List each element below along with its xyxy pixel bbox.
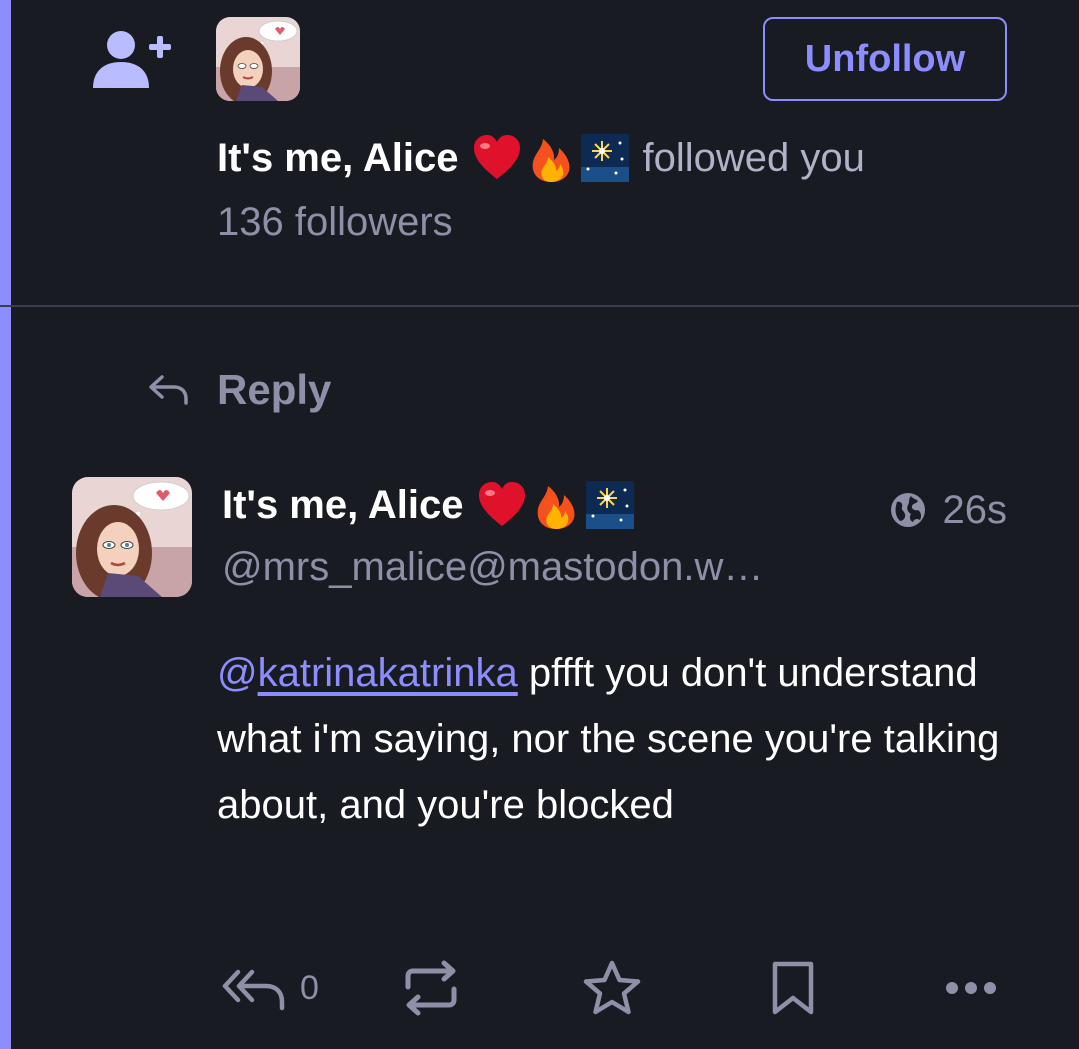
heart-emoji [477, 480, 527, 530]
boost-icon [405, 960, 457, 1016]
heart-emoji [472, 133, 522, 183]
boost-button[interactable] [402, 955, 460, 1021]
reply-all-button[interactable]: 0 [222, 955, 319, 1021]
relative-time: 26s [942, 487, 1008, 532]
reply-context-label: Reply [148, 364, 331, 416]
reply-count: 0 [300, 968, 319, 1007]
reply-all-icon [222, 969, 285, 1011]
unfollow-button[interactable]: Unfollow [763, 17, 1007, 101]
follow-action-text: followed you [642, 135, 865, 180]
person-add-icon [91, 30, 173, 90]
follow-notification-line: It's me, Alice followed you [217, 133, 865, 183]
reply-label-text: Reply [217, 366, 332, 413]
author-avatar[interactable] [72, 477, 192, 597]
mention-link[interactable]: katrinakatrinka [258, 651, 518, 695]
status-content: @katrinakatrinka pffft you don't underst… [217, 640, 1017, 838]
author-name-text: It's me, Alice [222, 482, 464, 527]
follower-display-name[interactable]: It's me, Alice [217, 136, 458, 181]
favourite-button[interactable] [582, 955, 642, 1021]
fireworks-emoji [580, 133, 630, 183]
author-display-name[interactable]: It's me, Alice [222, 478, 635, 532]
more-options-button[interactable] [944, 955, 998, 1021]
bookmark-icon [772, 961, 814, 1015]
follower-avatar[interactable] [216, 17, 300, 101]
fire-emoji [526, 133, 576, 183]
globe-icon [890, 493, 925, 527]
unread-accent-bar [0, 0, 11, 1049]
mention-at-sign: @ [217, 651, 258, 695]
author-handle: @mrs_malice@mastodon.w… [222, 545, 764, 589]
status-timestamp[interactable]: 26s [889, 486, 1008, 534]
reply-arrow-icon [149, 375, 188, 405]
fire-emoji [531, 480, 581, 530]
ellipsis-icon [946, 982, 996, 994]
fireworks-emoji [585, 480, 635, 530]
follower-count: 136 followers [217, 200, 453, 244]
divider [0, 305, 1079, 307]
star-icon [583, 960, 641, 1015]
bookmark-button[interactable] [770, 955, 816, 1021]
